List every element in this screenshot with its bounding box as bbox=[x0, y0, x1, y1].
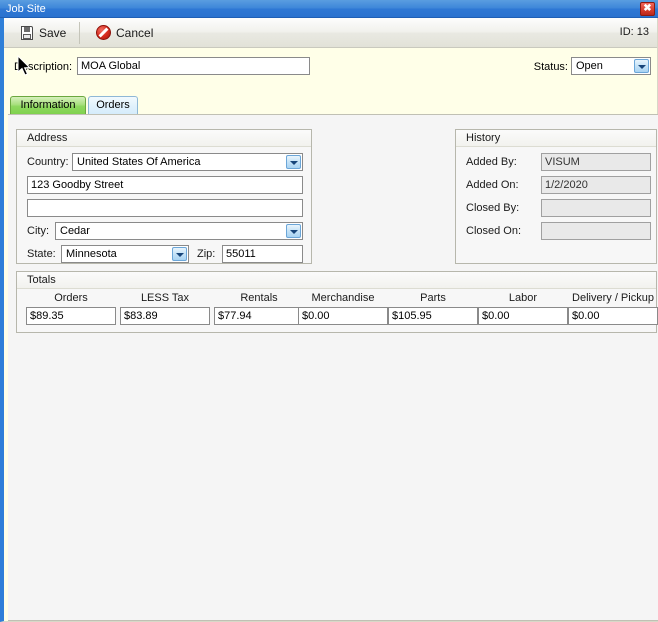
tab-information[interactable]: Information bbox=[10, 96, 86, 114]
description-label: Description: bbox=[14, 61, 73, 73]
job-site-window: Job Site ✖ Save Cancel ID: 13 Descriptio… bbox=[0, 0, 658, 622]
totals-groupbox-header bbox=[17, 272, 656, 289]
floppy-disk-icon bbox=[20, 25, 34, 40]
address-groupbox: Address Country: United States Of Americ… bbox=[16, 129, 312, 264]
totals-column-value[interactable]: $105.95 bbox=[388, 307, 478, 325]
country-label: Country: bbox=[27, 156, 69, 168]
totals-column-value[interactable]: $0.00 bbox=[478, 307, 568, 325]
totals-column-header: LESS Tax bbox=[140, 292, 190, 304]
closed-on-label: Closed On: bbox=[466, 225, 522, 237]
state-select[interactable]: Minnesota bbox=[61, 245, 189, 263]
country-selected-value: United States Of America bbox=[77, 156, 201, 168]
save-button[interactable]: Save bbox=[12, 20, 74, 45]
status-label: Status: bbox=[533, 61, 568, 73]
zip-input[interactable]: 55011 bbox=[222, 245, 303, 263]
history-groupbox: History Added By: VISUM Added On: 1/2/20… bbox=[455, 129, 657, 264]
totals-column-value[interactable]: $0.00 bbox=[298, 307, 388, 325]
close-icon[interactable]: ✖ bbox=[640, 2, 655, 16]
added-by-value: VISUM bbox=[541, 153, 651, 171]
address-line1-input[interactable]: 123 Goodby Street bbox=[27, 176, 303, 194]
tabstrip: Information Orders bbox=[8, 96, 657, 114]
status-select[interactable]: Open bbox=[571, 57, 651, 75]
state-selected-value: Minnesota bbox=[66, 248, 117, 260]
totals-column-value[interactable]: $83.89 bbox=[120, 307, 210, 325]
zip-label: Zip: bbox=[197, 248, 216, 260]
history-groupbox-title: History bbox=[466, 132, 501, 144]
tab-orders[interactable]: Orders bbox=[88, 96, 138, 114]
totals-column-value[interactable]: $0.00 bbox=[568, 307, 658, 325]
totals-column-header: Rentals bbox=[240, 292, 278, 304]
address-line2-input[interactable] bbox=[27, 199, 303, 217]
city-selected-value: Cedar bbox=[60, 225, 90, 237]
chevron-down-icon[interactable] bbox=[634, 59, 649, 73]
city-select[interactable]: Cedar bbox=[55, 222, 303, 240]
totals-column-value[interactable]: $89.35 bbox=[26, 307, 116, 325]
added-by-label: Added By: bbox=[466, 156, 517, 168]
description-input[interactable] bbox=[77, 57, 310, 75]
cancel-circle-icon bbox=[96, 25, 111, 40]
toolbar-separator bbox=[79, 22, 80, 44]
cancel-button[interactable]: Cancel bbox=[88, 20, 161, 45]
window-body: Save Cancel ID: 13 Description: Status: … bbox=[0, 18, 658, 622]
added-on-label: Added On: bbox=[466, 179, 519, 191]
country-select[interactable]: United States Of America bbox=[72, 153, 303, 171]
totals-column-header: Labor bbox=[508, 292, 538, 304]
window-title: Job Site bbox=[6, 3, 46, 15]
closed-by-label: Closed By: bbox=[466, 202, 520, 214]
totals-column-header: Orders bbox=[54, 292, 88, 304]
closed-on-value bbox=[541, 222, 651, 240]
totals-column-header: Merchandise bbox=[311, 292, 375, 304]
state-label: State: bbox=[27, 248, 56, 260]
chevron-down-icon[interactable] bbox=[286, 224, 301, 238]
toolbar: Save Cancel ID: 13 bbox=[4, 18, 657, 48]
totals-groupbox-title: Totals bbox=[27, 274, 56, 286]
header-strip: Description: Status: Open bbox=[4, 48, 657, 96]
save-button-label: Save bbox=[39, 25, 67, 40]
chevron-down-icon[interactable] bbox=[172, 247, 187, 261]
added-on-value: 1/2/2020 bbox=[541, 176, 651, 194]
totals-column-header: Parts bbox=[420, 292, 446, 304]
chevron-down-icon[interactable] bbox=[286, 155, 301, 169]
totals-column-header: Delivery / Pickup bbox=[572, 292, 654, 304]
totals-column-value[interactable]: $77.94 bbox=[214, 307, 304, 325]
city-label: City: bbox=[27, 225, 49, 237]
status-selected-value: Open bbox=[576, 60, 603, 72]
record-id-label: ID: 13 bbox=[619, 26, 649, 38]
window-titlebar: Job Site ✖ bbox=[0, 0, 658, 18]
closed-by-value bbox=[541, 199, 651, 217]
cancel-button-label: Cancel bbox=[116, 25, 154, 40]
totals-groupbox: Totals Orders $89.35 LESS Tax $83.89 Ren… bbox=[16, 271, 658, 333]
address-groupbox-title: Address bbox=[27, 132, 68, 144]
tab-content-panel: Address Country: United States Of Americ… bbox=[8, 114, 658, 621]
